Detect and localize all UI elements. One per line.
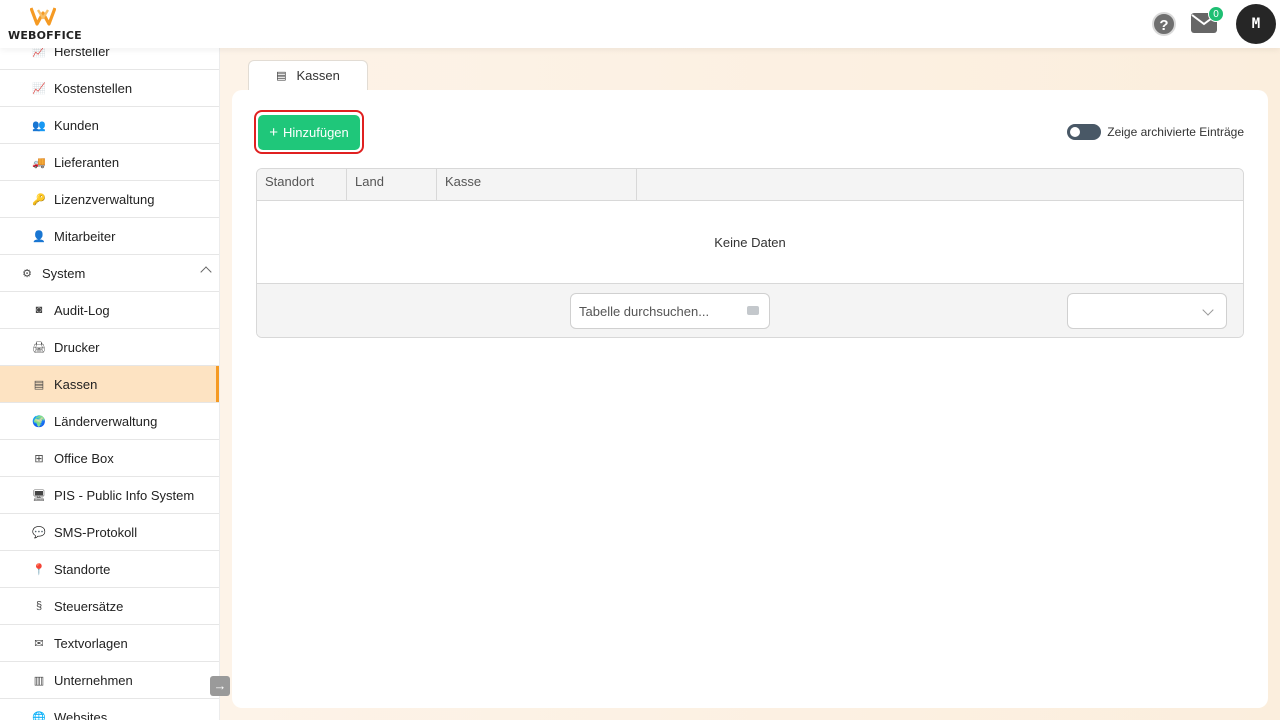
mail-count-badge: 0 <box>1208 6 1224 22</box>
cash-register-icon: ▤ <box>33 378 45 391</box>
logo-mark-icon <box>30 7 56 26</box>
section-icon: § <box>35 600 43 612</box>
sidebar-item-label: Steuersätze <box>54 598 124 614</box>
column-header-filler <box>637 169 1243 201</box>
users-icon: 👥 <box>32 119 46 132</box>
sidebar-item-label: Websites <box>54 709 108 720</box>
sidebar-item-pis[interactable]: 🖥 PIS - Public Info System <box>0 477 219 514</box>
sidebar-item-audit-log[interactable]: ◙ Audit-Log <box>0 292 219 329</box>
sidebar-item-label: Hersteller <box>54 48 110 59</box>
sidebar-item-kostenstellen[interactable]: 📈 Kostenstellen <box>0 70 219 107</box>
sidebar-item-label: System <box>42 265 86 281</box>
user-icon: 👤 <box>32 230 46 243</box>
mail-bulk-icon: ✉ <box>34 637 44 650</box>
table-empty-message: Keine Daten <box>257 201 1243 284</box>
sidebar-item-label: Lieferanten <box>54 154 120 170</box>
sidebar-item-label: Länderverwaltung <box>54 413 158 429</box>
chevron-up-icon <box>200 266 212 278</box>
sidebar-item-label: Audit-Log <box>54 302 110 318</box>
sidebar-item-label: Office Box <box>54 450 114 466</box>
sidebar-item-unternehmen[interactable]: ▥ Unternehmen <box>0 662 219 699</box>
comments-icon: 💬 <box>32 526 46 539</box>
sidebar-collapse-button[interactable]: → <box>210 676 230 696</box>
audit-icon: ◙ <box>35 304 43 316</box>
sidebar-item-label: Kassen <box>54 376 98 392</box>
sidebar-item-laenderverwaltung[interactable]: 🌍 Länderverwaltung <box>0 403 219 440</box>
page-size-select[interactable] <box>1067 293 1227 329</box>
logo-text: WEBOFFICE <box>8 29 82 42</box>
sidebar-item-sms-protokoll[interactable]: 💬 SMS-Protokoll <box>0 514 219 551</box>
add-button-label: Hinzufügen <box>282 125 349 140</box>
main-content: ▤ Kassen + Hinzufügen Zeige archivierte … <box>220 48 1280 720</box>
help-button[interactable]: ? <box>1152 12 1176 36</box>
chevron-down-icon <box>1202 304 1214 316</box>
sidebar-item-label: SMS-Protokoll <box>54 524 138 540</box>
gears-icon: ⚙ <box>22 267 32 280</box>
sidebar-item-drucker[interactable]: 🖨 Drucker <box>0 329 219 366</box>
globe-icon: 🌍 <box>32 415 46 428</box>
sidebar-item-office-box[interactable]: ⊞ Office Box <box>0 440 219 477</box>
table-search-placeholder: Tabelle durchsuchen... <box>579 303 710 319</box>
sidebar-item-label: Standorte <box>54 561 111 577</box>
monitor-icon: 🖥 <box>32 489 46 502</box>
sidebar-item-kassen[interactable]: ▤ Kassen <box>0 366 219 403</box>
sidebar-item-kunden[interactable]: 👥 Kunden <box>0 107 219 144</box>
top-header: WEBOFFICE ? 0 M <box>0 0 1280 48</box>
building-icon: ▥ <box>33 674 45 687</box>
sidebar-item-label: Mitarbeiter <box>54 228 116 244</box>
sidebar-item-mitarbeiter[interactable]: 👤 Mitarbeiter <box>0 218 219 255</box>
table-footer: Tabelle durchsuchen... <box>257 284 1243 337</box>
archive-toggle-wrap: Zeige archivierte Einträge <box>1067 124 1244 140</box>
sidebar-item-label: Drucker <box>54 339 100 355</box>
key-icon: 🔑 <box>32 193 46 206</box>
column-header-land[interactable]: Land <box>347 169 437 201</box>
sidebar-item-label: Lizenzverwaltung <box>54 191 155 207</box>
data-table: Standort Land Kasse Keine Daten Tabelle … <box>256 168 1244 338</box>
weboffice-logo[interactable]: WEBOFFICE <box>8 4 88 44</box>
archive-toggle-label: Zeige archivierte Einträge <box>1107 125 1244 139</box>
tab-label: Kassen <box>296 68 340 83</box>
sidebar-item-label: Kunden <box>54 117 99 133</box>
sidebar-item-steuersaetze[interactable]: § Steuersätze <box>0 588 219 625</box>
column-header-kasse[interactable]: Kasse <box>437 169 637 201</box>
arrow-right-icon: → <box>213 678 227 693</box>
sidebar-item-standorte[interactable]: 📍 Standorte <box>0 551 219 588</box>
sidebar-item-hersteller[interactable]: 📈 Hersteller <box>0 48 219 70</box>
cash-register-icon: ▤ <box>276 70 287 82</box>
sitemap-icon: ⊞ <box>34 452 44 465</box>
archive-toggle[interactable] <box>1067 124 1102 140</box>
sidebar-list: 📈 Hersteller 📈 Kostenstellen 👥 Kunden 🚚 … <box>0 48 219 720</box>
sidebar-item-label: Kostenstellen <box>54 80 133 96</box>
content-card: + Hinzufügen Zeige archivierte Einträge … <box>232 90 1268 708</box>
table-header: Standort Land Kasse <box>257 169 1243 201</box>
sidebar-item-label: Unternehmen <box>54 672 133 688</box>
truck-icon: 🚚 <box>32 156 46 169</box>
sidebar-item-lizenzverwaltung[interactable]: 🔑 Lizenzverwaltung <box>0 181 219 218</box>
chart-icon: 📈 <box>32 82 46 95</box>
sidebar-item-websites[interactable]: 🌐 Websites <box>0 699 219 720</box>
table-search-input[interactable]: Tabelle durchsuchen... <box>570 293 770 329</box>
plus-icon: + <box>269 124 278 141</box>
printer-icon: 🖨 <box>32 341 46 354</box>
user-avatar[interactable]: M <box>1236 4 1276 44</box>
tab-kassen[interactable]: ▤ Kassen <box>248 60 368 90</box>
sidebar-item-lieferanten[interactable]: 🚚 Lieferanten <box>0 144 219 181</box>
sidebar-item-label: PIS - Public Info System <box>54 487 195 503</box>
comment-icon <box>747 306 759 315</box>
add-button[interactable]: + Hinzufügen <box>258 115 360 150</box>
globe-icon: 🌐 <box>32 711 46 720</box>
chart-icon: 📈 <box>32 48 46 58</box>
add-button-highlight: + Hinzufügen <box>254 110 364 154</box>
sidebar-item-label: Textvorlagen <box>54 635 128 651</box>
sidebar: 📈 Hersteller 📈 Kostenstellen 👥 Kunden 🚚 … <box>0 48 220 720</box>
sidebar-group-system[interactable]: ⚙ System <box>0 255 219 292</box>
sidebar-item-textvorlagen[interactable]: ✉ Textvorlagen <box>0 625 219 662</box>
column-header-standort[interactable]: Standort <box>257 169 347 201</box>
map-pin-icon: 📍 <box>32 563 46 576</box>
